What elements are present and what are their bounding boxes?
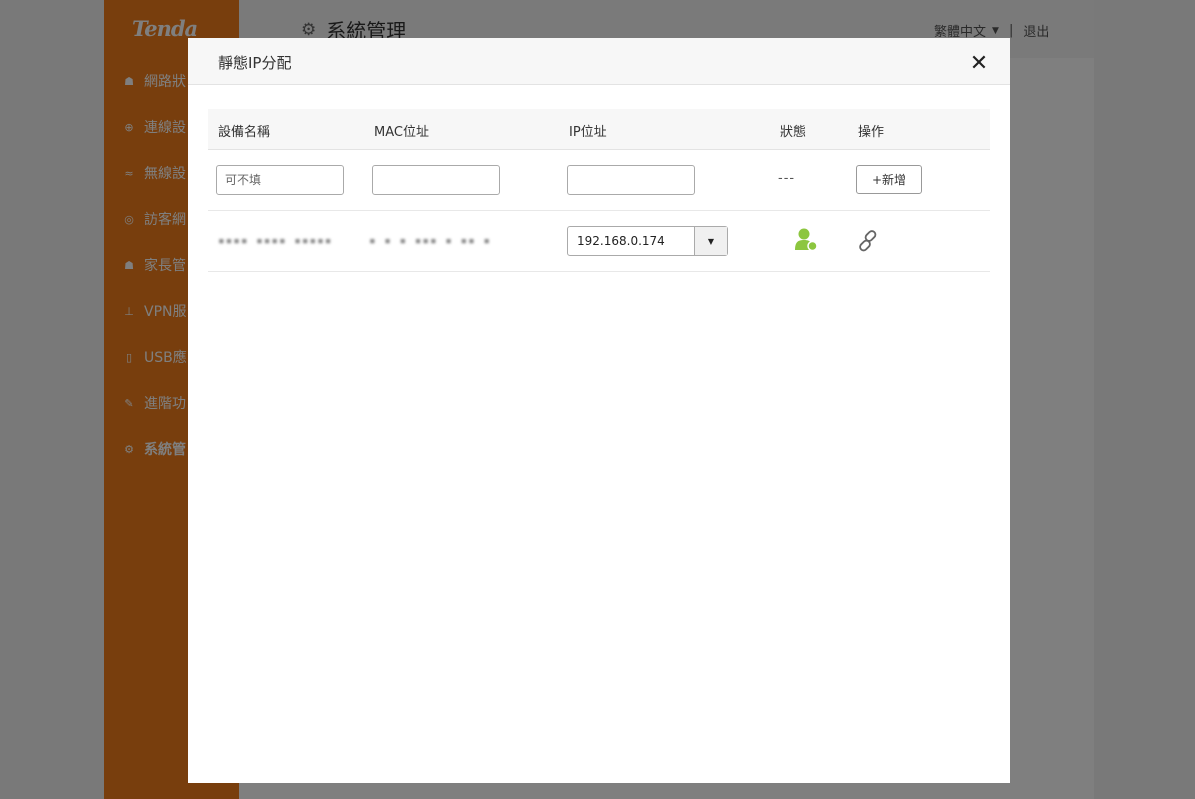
ip-input[interactable] [567, 165, 695, 195]
link-icon[interactable] [856, 229, 880, 253]
status-placeholder: --- [778, 171, 796, 186]
mac-value: ▪ ▪ ▪ ▪▪▪ ▪ ▪▪ ▪ [369, 234, 491, 247]
modal-header: 靜態IP分配 ✕ [188, 38, 1010, 85]
mac-input[interactable] [372, 165, 500, 195]
column-status: 狀態 [780, 125, 807, 140]
table-row: ▪▪▪▪ ▪▪▪▪ ▪▪▪▪▪ ▪ ▪ ▪ ▪▪▪ ▪ ▪▪ ▪ 192.168… [208, 211, 990, 272]
ip-select-value: 192.168.0.174 [577, 234, 665, 248]
static-ip-table: 設備名稱 MAC位址 IP位址 狀態 操作 --- +新增 ▪▪▪▪ ▪▪▪▪ … [208, 109, 990, 272]
column-ip: IP位址 [569, 125, 607, 140]
new-entry-row: --- +新增 [208, 150, 990, 211]
column-mac: MAC位址 [374, 125, 429, 140]
column-action: 操作 [858, 125, 885, 140]
ip-select[interactable]: 192.168.0.174 ▼ [567, 226, 728, 256]
chevron-down-icon[interactable]: ▼ [694, 227, 727, 255]
close-icon[interactable]: ✕ [966, 51, 992, 77]
add-button[interactable]: +新增 [856, 165, 922, 194]
table-header: 設備名稱 MAC位址 IP位址 狀態 操作 [208, 109, 990, 150]
user-online-icon [795, 228, 818, 252]
column-device-name: 設備名稱 [218, 125, 271, 140]
modal-title: 靜態IP分配 [218, 54, 292, 72]
static-ip-modal: 靜態IP分配 ✕ 設備名稱 MAC位址 IP位址 狀態 操作 --- +新增 ▪… [188, 38, 1010, 783]
device-name-value: ▪▪▪▪ ▪▪▪▪ ▪▪▪▪▪ [218, 234, 333, 247]
device-name-input[interactable] [216, 165, 344, 195]
